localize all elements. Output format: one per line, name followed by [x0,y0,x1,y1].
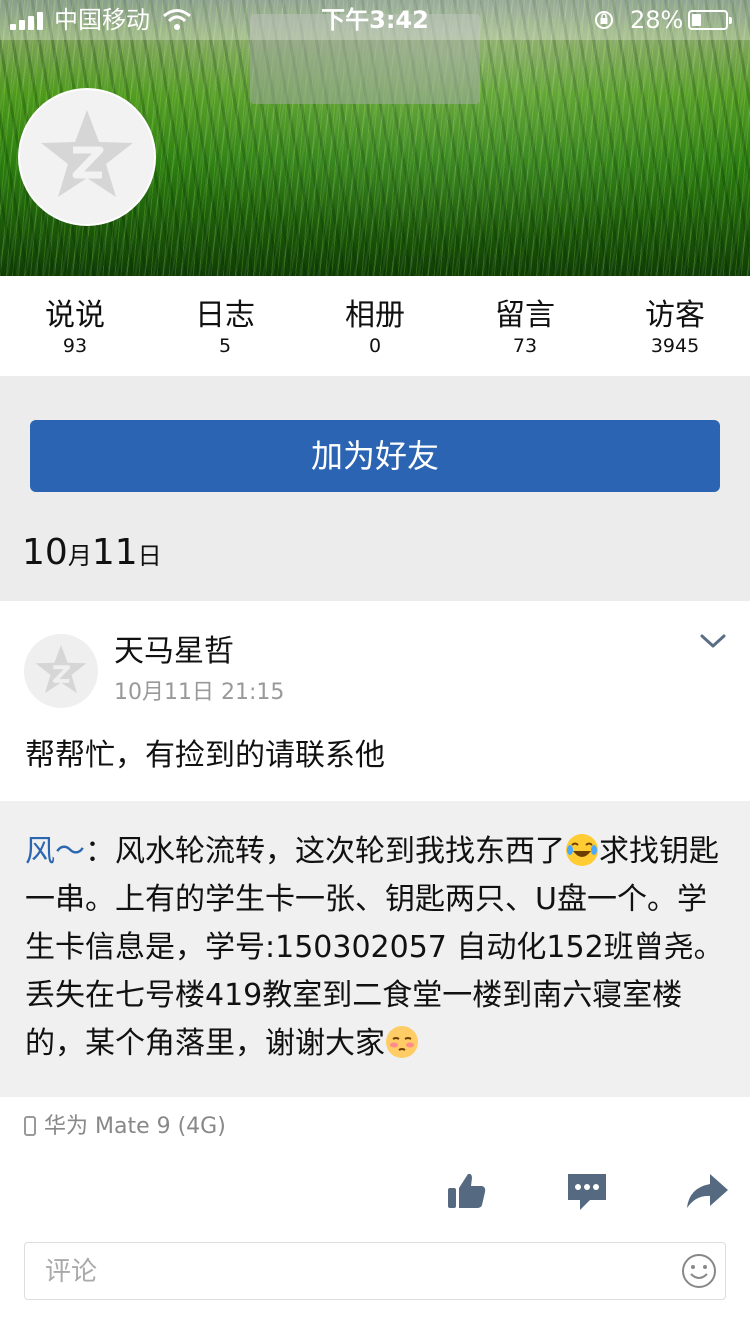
laughing-tears-emoji-icon [566,834,598,866]
stat-label: 日志 [195,298,255,333]
forward-author-link[interactable]: 风～ [25,834,85,869]
qzone-star-icon [35,645,87,694]
date-day: 11 [91,532,138,573]
add-friend-button[interactable]: 加为好友 [30,420,720,492]
stat-shuoshuo[interactable]: 说说 93 [0,296,150,356]
stat-label: 访客 [645,298,705,333]
stat-label: 说说 [45,298,105,333]
qzone-star-icon [41,110,133,197]
stat-message[interactable]: 留言 73 [450,296,600,356]
emoji-smile-icon[interactable] [681,1253,717,1289]
profile-avatar[interactable] [20,90,154,224]
date-month-unit: 月 [67,542,92,570]
device-info: 华为 Mate 9 (4G) [24,1112,226,1142]
device-label: 华为 Mate 9 (4G) [44,1114,226,1139]
author-avatar[interactable] [24,634,98,708]
stat-label: 相册 [345,298,405,333]
comment-bubble-icon[interactable] [564,1168,610,1214]
stat-label: 留言 [495,298,555,333]
post-text: 帮帮忙，有捡到的请联系他 [25,738,385,773]
date-day-unit: 日 [137,542,162,570]
phone-icon [24,1116,36,1136]
battery-icon [688,10,732,30]
comment-input[interactable] [43,1243,667,1301]
stat-value: 93 [62,335,88,357]
rotation-lock-icon [595,11,613,29]
forward-text-part1: 风水轮流转，这次轮到我找东西了 [115,834,565,869]
stat-value: 3945 [650,335,700,357]
forwarded-text: 风～：风水轮流转，这次轮到我找东西了 求找钥匙一串。上有的学生卡一张、钥匙两只、U… [25,828,725,1068]
shy-blush-emoji-icon [386,1026,418,1058]
stat-value: 5 [218,335,232,357]
stat-blog[interactable]: 日志 5 [150,296,300,356]
profile-stats: 说说 93 日志 5 相册 0 留言 73 访客 3945 [0,276,750,376]
post-time: 10月11日 21:15 [114,680,285,705]
date-month: 10 [22,532,68,573]
stat-value: 0 [368,335,382,357]
author-name[interactable]: 天马星哲 [114,632,234,672]
status-bar: 中国移动 下午3:42 28% [0,0,750,40]
like-thumbs-up-icon[interactable] [444,1168,490,1214]
stat-value: 73 [512,335,538,357]
share-arrow-icon[interactable] [684,1168,730,1214]
comment-box[interactable] [24,1242,726,1301]
date-header: 10月11日 [22,530,162,582]
stat-album[interactable]: 相册 0 [300,296,450,356]
chevron-down-icon[interactable] [700,630,726,652]
battery-percent: 28% [630,6,684,34]
stat-visitors[interactable]: 访客 3945 [600,296,750,356]
forward-separator: ： [85,834,115,869]
